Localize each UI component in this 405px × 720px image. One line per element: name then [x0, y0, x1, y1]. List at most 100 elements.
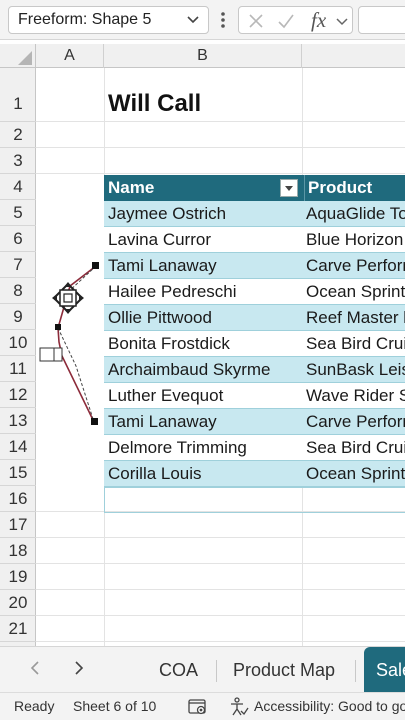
table-row[interactable]: Tami Lanaway Carve Perforr	[104, 253, 405, 279]
enter-check-icon[interactable]	[277, 12, 295, 30]
vertex-handle[interactable]	[92, 262, 99, 269]
sheet-title[interactable]: Will Call	[108, 90, 201, 118]
table-row[interactable]: Corilla Louis Ocean Sprint	[104, 461, 405, 487]
tab-separator	[216, 660, 217, 682]
name-box[interactable]: Freeform: Shape 5	[8, 6, 209, 34]
cell-product[interactable]: Ocean Sprint	[302, 279, 405, 305]
row-header[interactable]: 4	[0, 174, 36, 200]
more-options-icon[interactable]	[217, 8, 229, 32]
vertex-handle[interactable]	[91, 418, 98, 425]
table-row[interactable]: Lavina Curror Blue Horizon	[104, 227, 405, 253]
row-header[interactable]: 3	[0, 148, 36, 174]
row-header[interactable]: 6	[0, 226, 36, 252]
cell-name[interactable]: Jaymee Ostrich	[108, 201, 298, 227]
cell-name[interactable]: Lavina Curror	[108, 227, 298, 253]
row-header[interactable]: 16	[0, 486, 36, 512]
cell-product[interactable]: SunBask Leis	[302, 357, 405, 383]
row-header[interactable]: 13	[0, 408, 36, 434]
row-header[interactable]: 11	[0, 356, 36, 382]
accessibility-status[interactable]: Accessibility: Good to go	[254, 693, 405, 720]
row-header[interactable]: 21	[0, 616, 36, 642]
cell-name[interactable]: Hailee Pedreschi	[108, 279, 298, 305]
vertex-handle[interactable]	[55, 324, 61, 330]
table-row[interactable]: Hailee Pedreschi Ocean Sprint	[104, 279, 405, 305]
chevron-down-icon[interactable]	[185, 7, 201, 33]
cell-name[interactable]: Tami Lanaway	[108, 253, 298, 279]
row-header[interactable]: 7	[0, 252, 36, 278]
cell-name[interactable]: Luther Evequot	[108, 383, 298, 409]
cell-name[interactable]: Delmore Trimming	[108, 435, 298, 461]
filter-button[interactable]	[280, 179, 298, 197]
cell-name[interactable]: Tami Lanaway	[108, 409, 298, 435]
accessibility-icon[interactable]	[229, 697, 249, 717]
gridline	[36, 173, 405, 174]
row-header[interactable]: 8	[0, 278, 36, 304]
filter-dropdown-icon	[285, 186, 293, 191]
select-all-corner[interactable]	[0, 44, 36, 68]
row-header[interactable]: 20	[0, 590, 36, 616]
table-row[interactable]: Archaimbaud Skyrme SunBask Leis	[104, 357, 405, 383]
table-header-name[interactable]: Name	[108, 175, 278, 201]
row-header[interactable]: 15	[0, 460, 36, 486]
gridline	[36, 615, 405, 616]
gridline	[36, 589, 405, 590]
row-header[interactable]: 17	[0, 512, 36, 538]
table-row[interactable]: Delmore Trimming Sea Bird Crui	[104, 435, 405, 461]
cell-name[interactable]: Corilla Louis	[108, 461, 298, 487]
row-header[interactable]: 9	[0, 304, 36, 330]
chevron-down-icon[interactable]	[335, 12, 349, 30]
row-header[interactable]: 5	[0, 200, 36, 226]
table-row[interactable]: Bonita Frostdick Sea Bird Crui	[104, 331, 405, 357]
sheet-position: Sheet 6 of 10	[73, 698, 157, 714]
row-header[interactable]: 14	[0, 434, 36, 460]
table-header-row: Name Product	[104, 175, 405, 201]
column-header-c[interactable]	[302, 44, 405, 68]
tab-separator	[355, 660, 356, 682]
select-all-icon	[18, 51, 32, 65]
chevron-left-icon[interactable]	[26, 657, 44, 679]
cell-name[interactable]: Archaimbaud Skyrme	[108, 357, 298, 383]
freeform-shape[interactable]	[36, 256, 116, 436]
table-header-product[interactable]: Product	[304, 175, 405, 201]
move-handle-icon[interactable]	[52, 282, 84, 314]
gridline	[36, 641, 405, 642]
table-row[interactable]: Jaymee Ostrich AquaGlide To	[104, 201, 405, 227]
column-header-b[interactable]: B	[104, 44, 302, 68]
resize-handle[interactable]	[53, 347, 63, 362]
row-header[interactable]: 10	[0, 330, 36, 356]
row-header[interactable]: 19	[0, 564, 36, 590]
table-row[interactable]: Tami Lanaway Carve Perforr	[104, 409, 405, 435]
sheet-tab-coa[interactable]: COA	[159, 657, 198, 683]
table-empty-row[interactable]	[104, 487, 405, 513]
cell-product[interactable]: Sea Bird Crui	[302, 331, 405, 357]
status-bar: Ready Sheet 6 of 10 Accessibility: Good …	[0, 692, 405, 720]
row-header[interactable]: 18	[0, 538, 36, 564]
table-row[interactable]: Ollie Pittwood Reef Master l	[104, 305, 405, 331]
chevron-right-icon[interactable]	[70, 657, 88, 679]
formula-bar: Freeform: Shape 5 fx	[0, 0, 405, 40]
gridline	[36, 147, 405, 148]
name-box-value: Freeform: Shape 5	[18, 11, 152, 28]
cell-product[interactable]: Reef Master l	[302, 305, 405, 331]
sheet-tab-product-map[interactable]: Product Map	[233, 657, 335, 683]
insert-function-button[interactable]: fx	[311, 8, 326, 33]
formula-input[interactable]	[358, 6, 405, 34]
row-header[interactable]: 2	[0, 122, 36, 148]
cell-name[interactable]: Ollie Pittwood	[108, 305, 298, 331]
cell-product[interactable]: Wave Rider S	[302, 383, 405, 409]
row-header[interactable]: 1	[0, 68, 36, 122]
sheet-tab-sale[interactable]: Sale	[364, 647, 405, 693]
cell-product[interactable]: Blue Horizon	[302, 227, 405, 253]
cell-product[interactable]: AquaGlide To	[302, 201, 405, 227]
macro-recording-icon[interactable]	[188, 698, 208, 716]
column-header-a[interactable]: A	[36, 44, 104, 68]
table-row[interactable]: Luther Evequot Wave Rider S	[104, 383, 405, 409]
cell-product[interactable]: Ocean Sprint	[302, 461, 405, 487]
row-header[interactable]: 12	[0, 382, 36, 408]
cell-product[interactable]: Sea Bird Crui	[302, 435, 405, 461]
cancel-icon[interactable]	[247, 12, 265, 30]
gridline	[36, 563, 405, 564]
cell-name[interactable]: Bonita Frostdick	[108, 331, 298, 357]
cell-product[interactable]: Carve Perforr	[302, 253, 405, 279]
cell-product[interactable]: Carve Perforr	[302, 409, 405, 435]
